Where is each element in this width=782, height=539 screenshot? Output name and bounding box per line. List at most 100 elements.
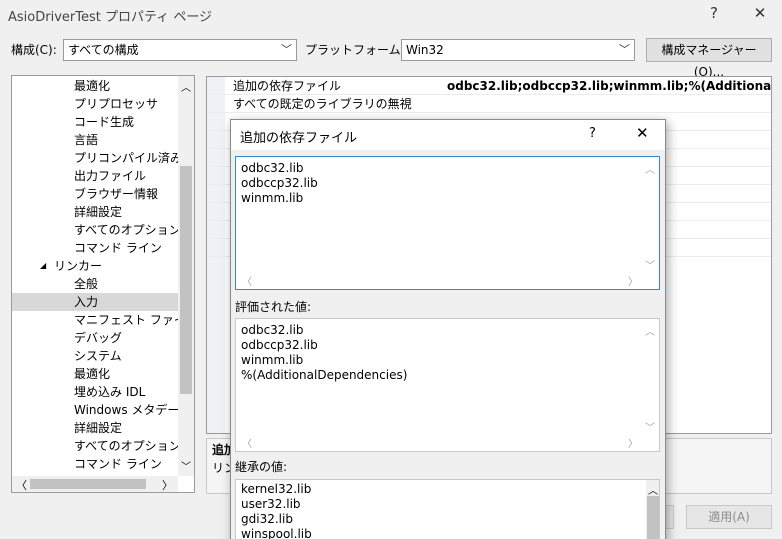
text-line: winspool.lib [241,527,312,539]
text-line: odbc32.lib [241,323,304,337]
dialog-titlebar: 追加の依存ファイル ? ✕ [231,120,665,150]
apply-button[interactable]: 適用(A) [686,505,772,529]
config-label: 構成(C): [11,43,57,57]
tree-item[interactable]: Windows メタデータ [12,401,191,419]
tree-item[interactable]: 詳細設定 [12,419,178,437]
expand-arrow-icon[interactable]: ◢ [40,257,46,275]
dialog-title: 追加の依存ファイル [240,131,358,146]
tree-item[interactable]: 詳細設定 [12,203,178,221]
text-line: kernel32.lib [241,482,312,496]
text-line: winmm.lib [241,353,304,367]
scroll-right-icon[interactable]: 〉 [628,435,638,450]
scroll-thumb[interactable] [647,496,659,539]
tree-item[interactable]: 出力ファイル [12,167,178,185]
tree-item-label: コマンド ライン [74,457,162,471]
tree-item[interactable]: 全般 [12,275,178,293]
tree-item[interactable]: デバッグ [12,329,178,347]
grid-row-name: 追加の依存ファイル [233,79,342,93]
config-manager-button[interactable]: 構成マネージャー(O)... [646,38,772,79]
inherited-value-box[interactable]: kernel32.lib user32.lib gdi32.lib winspool.… [235,479,660,539]
tree-item[interactable]: 最適化 [12,365,178,383]
tree-item[interactable]: システム [12,347,178,365]
hscroll-thumb[interactable] [30,479,146,489]
tree-item-label: マニフェスト ファイル [74,313,195,327]
tree-item[interactable]: 埋め込み IDL [12,383,178,401]
tree-item-label: すべてのオプション [74,223,181,237]
tree-item[interactable]: コマンド ライン [12,455,178,473]
tree-item-label: ブラウザー情報 [74,187,159,201]
text-line: winmm.lib [241,191,304,205]
scroll-left-icon[interactable]: 〈 [16,477,27,492]
tree-item[interactable]: 言語 [12,131,178,149]
tree-item-label: 言語 [74,133,99,147]
scroll-thumb[interactable] [180,166,192,394]
tree-item-label: 入力 [74,295,99,309]
scroll-down-icon[interactable]: ﹀ [645,257,655,272]
evaluated-label: 評価された値: [235,300,312,314]
grid-row[interactable]: 追加の依存ファイル odbc32.lib;odbccp32.lib;winmm.… [207,77,771,95]
tree-vertical-scrollbar[interactable]: ︿ ﹀ [178,76,194,476]
text-line: odbc32.lib [241,161,304,175]
scroll-right-icon[interactable]: 〉 [628,273,638,288]
tree-item-label: プリプロセッサ [74,97,159,111]
tree-item[interactable]: コード生成 [12,113,178,131]
config-value: すべての構成 [68,43,139,57]
text-line: odbccp32.lib [241,338,318,352]
help-button[interactable]: ? [698,2,730,24]
text-line: odbccp32.lib [241,176,318,190]
scroll-up-icon[interactable]: ︿ [645,323,655,338]
tree-item-label: 全般 [74,277,99,291]
tree-item[interactable]: プリコンパイル済みヘッ [12,149,194,167]
tree-item[interactable]: ◢ リンカー [12,257,178,275]
scroll-left-icon[interactable]: 〈 [242,435,252,450]
scroll-down-icon[interactable]: ﹀ [181,458,191,473]
tree-item-label: システム [74,349,122,363]
inherited-scrollbar[interactable]: ︿ [646,480,659,539]
tree-item-label: 詳細設定 [74,205,123,219]
grid-row[interactable]: すべての既定のライブラリの無視 [207,95,771,113]
dialog-help-button[interactable]: ? [589,126,596,141]
close-button[interactable]: ✕ [744,2,776,24]
tree-item-label: リンカー [54,259,103,273]
tree-item[interactable]: 最適化 [12,77,178,95]
tree-item-label: Windows メタデータ [74,403,192,417]
platform-value: Win32 [406,43,444,57]
tree-item-label: 出力ファイル [74,169,147,183]
dependencies-edit-box[interactable]: odbc32.lib odbccp32.lib winmm.lib ︿ ﹀ 〈 〉 [235,156,660,290]
text-line: user32.lib [241,497,301,511]
tree-item[interactable]: ブラウザー情報 [12,185,178,203]
tree-item-label: デバッグ [74,331,123,345]
chevron-down-icon: ﹀ [281,43,292,56]
additional-dependencies-dialog[interactable]: 追加の依存ファイル ? ✕ odbc32.lib odbccp32.lib winm… [230,119,666,539]
tree-item-label: すべてのオプション [74,439,181,453]
tree-item-label: プリコンパイル済みヘッ [74,151,195,165]
tree-item[interactable]: マニフェスト ファイル [12,311,194,329]
text-line: gdi32.lib [241,512,293,526]
dialog-close-button[interactable]: ✕ [636,124,649,142]
config-dropdown[interactable]: すべての構成 ﹀ [63,39,297,61]
tree-item[interactable]: すべてのオプション [12,437,181,455]
scroll-left-icon[interactable]: 〈 [242,273,252,288]
tree-item[interactable]: コマンド ライン [12,239,178,257]
tree-item-label: コード生成 [74,115,135,129]
scroll-up-icon[interactable]: ︿ [181,79,191,94]
property-tree[interactable]: 最適化 プリプロセッサ コード生成 言語 プリコンパイル済みヘッ 出力ファイル ブラウザー情… [11,75,195,493]
tree-item[interactable]: 入力 [12,293,178,311]
chevron-down-icon: ﹀ [619,43,630,56]
scroll-up-icon[interactable]: ︿ [645,161,655,176]
tree-item[interactable]: プリプロセッサ [12,95,178,113]
evaluated-value-box[interactable]: odbc32.lib odbccp32.lib winmm.lib %(Additio… [235,318,660,452]
scroll-up-icon[interactable]: ︿ [648,482,658,497]
window-title: AsioDriverTest プロパティ ページ [8,10,213,25]
tree-item[interactable]: すべてのオプション [12,221,181,239]
platform-dropdown[interactable]: Win32 ﹀ [401,39,635,61]
tree-horizontal-scrollbar[interactable]: 〈 〉 [12,476,178,492]
scroll-right-icon[interactable]: 〉 [162,477,173,492]
tree-item-label: コマンド ライン [74,241,162,255]
tree-item-label: 埋め込み IDL [74,385,146,399]
grid-row-name: すべての既定のライブラリの無視 [233,97,412,111]
scroll-down-icon[interactable]: ﹀ [645,419,655,434]
grid-row-value: odbc32.lib;odbccp32.lib;winmm.lib;%(Addi… [447,79,772,93]
tree-item-label: 詳細設定 [74,421,123,435]
tree-item-label: 最適化 [74,367,111,381]
